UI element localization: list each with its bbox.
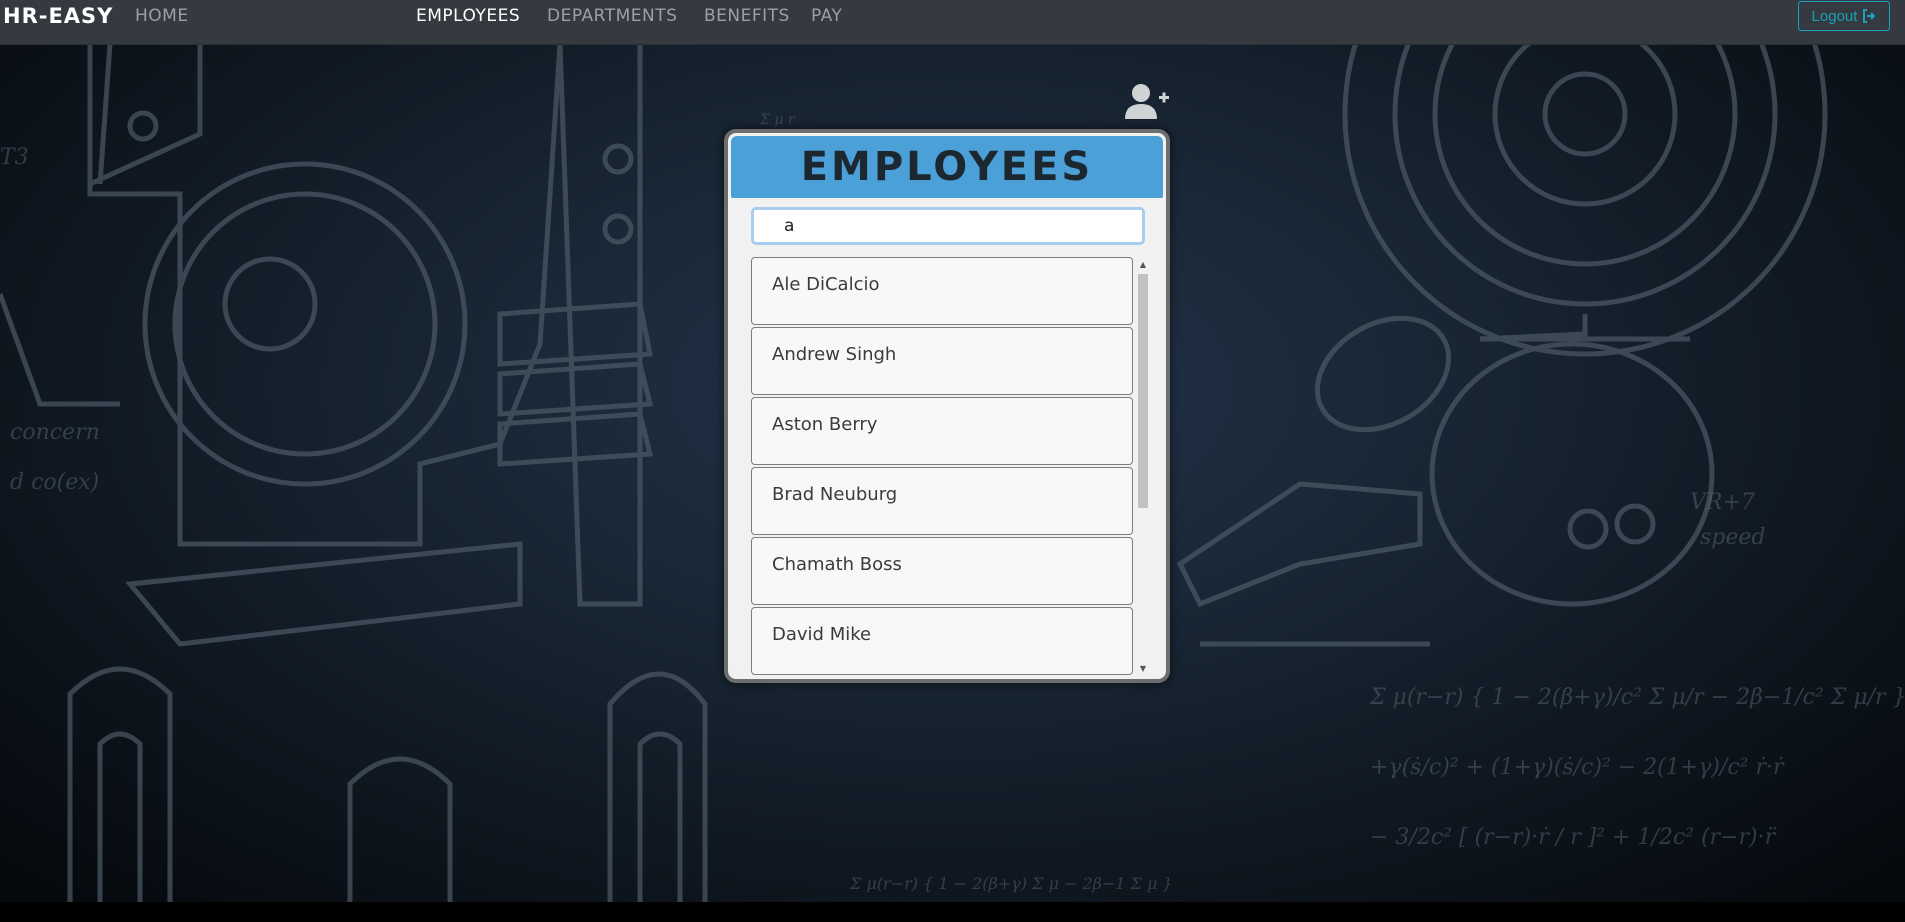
- svg-text:d co(ex): d co(ex): [10, 470, 99, 495]
- list-item[interactable]: Ale DiCalcio: [751, 257, 1133, 325]
- svg-text:+γ(ṡ/c)² + (1+γ)(ṡ/c)² − 2(1+γ: +γ(ṡ/c)² + (1+γ)(ṡ/c)² − 2(1+γ)/c² ṙ·ṙ: [1370, 755, 1785, 780]
- nav-benefits[interactable]: BENEFITS: [704, 6, 790, 26]
- add-employee-button[interactable]: [1124, 83, 1170, 121]
- svg-text:speed: speed: [1700, 525, 1766, 550]
- panel-header: EMPLOYEES: [731, 136, 1163, 198]
- search-input[interactable]: [751, 207, 1145, 245]
- page-title: EMPLOYEES: [800, 144, 1094, 190]
- brand-logo[interactable]: HR-EASY: [3, 4, 113, 28]
- bottom-strip: [0, 902, 1905, 922]
- navbar: HR-EASY HOME EMPLOYEES DEPARTMENTS BENEF…: [0, 0, 1905, 45]
- scroll-thumb[interactable]: [1138, 274, 1148, 508]
- list-item[interactable]: Chamath Boss: [751, 537, 1133, 605]
- logout-button[interactable]: Logout: [1798, 1, 1890, 31]
- svg-text:T3: T3: [0, 145, 29, 170]
- employees-panel: EMPLOYEES Ale DiCalcio Andrew Singh Asto…: [724, 129, 1170, 683]
- nav-employees[interactable]: EMPLOYEES: [416, 6, 520, 26]
- nav-pay[interactable]: PAY: [811, 6, 842, 26]
- list-item[interactable]: Andrew Singh: [751, 327, 1133, 395]
- logout-label: Logout: [1811, 7, 1858, 25]
- scroll-up-arrow-icon[interactable]: ▲: [1136, 257, 1150, 271]
- list-item[interactable]: Brad Neuburg: [751, 467, 1133, 535]
- employee-list[interactable]: Ale DiCalcio Andrew Singh Aston Berry Br…: [751, 257, 1136, 675]
- scroll-down-arrow-icon[interactable]: ▼: [1136, 661, 1150, 675]
- nav-home[interactable]: HOME: [135, 6, 189, 26]
- list-scrollbar[interactable]: ▲ ▼: [1136, 257, 1150, 675]
- svg-text:− 3/2c² [ (r−r)·ṙ / r ]² + 1/2: − 3/2c² [ (r−r)·ṙ / r ]² + 1/2c² (r−r)·r…: [1370, 825, 1777, 850]
- sign-out-icon: [1863, 9, 1876, 23]
- svg-text:Σ μ(r−r) { 1 − 2(β+γ) Σ μ − 2β: Σ μ(r−r) { 1 − 2(β+γ) Σ μ − 2β−1 Σ μ }: [849, 874, 1173, 893]
- svg-text:concern: concern: [10, 420, 100, 445]
- svg-text:Σ μ(r−r) { 1 − 2(β+γ)/c² Σ μ/r: Σ μ(r−r) { 1 − 2(β+γ)/c² Σ μ/r − 2β−1/c²…: [1369, 685, 1905, 710]
- svg-text:VR+7: VR+7: [1690, 490, 1755, 515]
- nav-departments[interactable]: DEPARTMENTS: [547, 6, 677, 26]
- list-item[interactable]: Aston Berry: [751, 397, 1133, 465]
- user-plus-icon: [1125, 84, 1169, 119]
- svg-text:Σ μ r: Σ μ r: [759, 112, 796, 128]
- list-item[interactable]: David Mike: [751, 607, 1133, 675]
